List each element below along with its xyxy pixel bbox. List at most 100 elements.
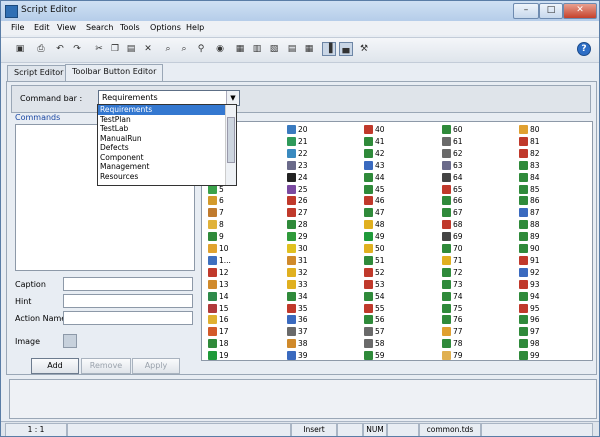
option-management[interactable]: Management (98, 162, 226, 172)
replace-icon[interactable]: ⚲ (194, 42, 208, 56)
layout-icon[interactable]: ▦ (302, 42, 316, 56)
icon-grid-item[interactable]: 39 (287, 350, 308, 360)
find-next-icon[interactable]: ⌕ (177, 42, 191, 56)
icon-grid-item[interactable]: 75 (442, 303, 463, 314)
icon-grid-item[interactable]: 99 (519, 350, 540, 360)
menu-file[interactable]: File (11, 23, 24, 32)
icon-grid-item[interactable]: 24 (287, 172, 308, 183)
tab-script-editor[interactable]: Script Editor (7, 65, 71, 81)
icon-grid-item[interactable]: 52 (364, 267, 385, 278)
icon-grid-item[interactable]: 96 (519, 314, 540, 325)
add-button[interactable]: Add (31, 358, 79, 374)
delete-icon[interactable]: ✕ (141, 42, 155, 56)
icon-grid-item[interactable]: 84 (519, 172, 540, 183)
icon-grid-item[interactable]: 40 (364, 124, 385, 135)
icon-grid-item[interactable]: 15 (208, 303, 229, 314)
option-defects[interactable]: Defects (98, 143, 226, 153)
icon-grid-item[interactable]: 8 (208, 219, 224, 230)
icon-grid-item[interactable]: 57 (364, 326, 385, 337)
icon-grid-item[interactable]: 7 (208, 207, 224, 218)
icon-grid-item[interactable]: 44 (364, 172, 385, 183)
icon-grid-item[interactable]: 78 (442, 338, 463, 349)
icon-grid-item[interactable]: 98 (519, 338, 540, 349)
cut-icon[interactable]: ✂ (92, 42, 106, 56)
icon-grid-item[interactable]: 35 (287, 303, 308, 314)
icon-grid-item[interactable]: 43 (364, 160, 385, 171)
icon-grid-item[interactable]: 59 (364, 350, 385, 360)
option-resources[interactable]: Resources (98, 172, 226, 182)
icon-grid-item[interactable]: 53 (364, 279, 385, 290)
icon-grid-item[interactable]: 64 (442, 172, 463, 183)
icon-grid-item[interactable]: 10 (208, 243, 229, 254)
icon-grid-item[interactable]: 50 (364, 243, 385, 254)
icon-grid-item[interactable]: 88 (519, 219, 540, 230)
icon-grid-item[interactable]: 33 (287, 279, 308, 290)
icon-grid-item[interactable]: 81 (519, 136, 540, 147)
icon-grid-item[interactable]: 54 (364, 291, 385, 302)
tab-toolbar-button-editor[interactable]: Toolbar Button Editor (65, 64, 164, 81)
toggle-panel-icon[interactable]: ▄ (339, 42, 353, 56)
menu-options[interactable]: Options (150, 23, 181, 32)
icon-grid-item[interactable]: 92 (519, 267, 540, 278)
icon-grid-item[interactable]: 38 (287, 338, 308, 349)
redo-icon[interactable]: ↷ (70, 42, 84, 56)
option-component[interactable]: Component (98, 153, 226, 163)
icon-grid-item[interactable]: 71 (442, 255, 463, 266)
caption-field[interactable] (63, 277, 193, 291)
icon-grid-item[interactable]: 13 (208, 279, 229, 290)
icon-grid-item[interactable]: 62 (442, 148, 463, 159)
icon-grid-item[interactable]: 85 (519, 184, 540, 195)
browser-icon[interactable]: ◉ (213, 42, 227, 56)
icon-grid-item[interactable]: 28 (287, 219, 308, 230)
icon-grid-item[interactable]: 89 (519, 231, 540, 242)
hint-field[interactable] (63, 294, 193, 308)
icon-grid-item[interactable]: 19 (208, 350, 229, 360)
image-preview[interactable] (63, 334, 77, 348)
icon-grid-item[interactable]: 68 (442, 219, 463, 230)
paste-icon[interactable]: ▤ (124, 42, 138, 56)
chevron-down-icon[interactable]: ▼ (226, 91, 239, 105)
icon-grid-item[interactable]: 29 (287, 231, 308, 242)
icon-grid-item[interactable]: 12 (208, 267, 229, 278)
icon-grid-item[interactable]: 31 (287, 255, 308, 266)
icon-grid-item[interactable]: 27 (287, 207, 308, 218)
menu-search[interactable]: Search (86, 23, 113, 32)
toggle-pane-icon[interactable]: ▐ (322, 42, 336, 56)
icon-grid-item[interactable]: 79 (442, 350, 463, 360)
icon-grid-item[interactable]: 86 (519, 195, 540, 206)
icon-grid-item[interactable]: 69 (442, 231, 463, 242)
option-manualrun[interactable]: ManualRun (98, 134, 226, 144)
icon-grid-item[interactable]: 21 (287, 136, 308, 147)
icon-grid-item[interactable]: 60 (442, 124, 463, 135)
copy-icon[interactable]: ❐ (108, 42, 122, 56)
new-list-icon[interactable]: ▤ (285, 42, 299, 56)
icon-grid-item[interactable]: 61 (442, 136, 463, 147)
icon-grid-item[interactable]: 77 (442, 326, 463, 337)
icon-grid-item[interactable]: 87 (519, 207, 540, 218)
dropdown-scroll-thumb[interactable] (227, 117, 235, 163)
close-button[interactable]: ✕ (563, 3, 597, 19)
icon-grid-item[interactable]: 56 (364, 314, 385, 325)
icon-grid-item[interactable]: 83 (519, 160, 540, 171)
menu-edit[interactable]: Edit (34, 23, 50, 32)
menu-view[interactable]: View (57, 23, 76, 32)
icon-grid-item[interactable]: 97 (519, 326, 540, 337)
icon-grid-item[interactable]: 25 (287, 184, 308, 195)
undo-icon[interactable]: ↶ (53, 42, 67, 56)
icon-grid-item[interactable]: 67 (442, 207, 463, 218)
icon-grid-item[interactable]: 91 (519, 255, 540, 266)
icon-grid-item[interactable]: 93 (519, 279, 540, 290)
icon-grid-item[interactable]: 23 (287, 160, 308, 171)
icon-grid-item[interactable]: 32 (287, 267, 308, 278)
icon-grid-item[interactable]: 45 (364, 184, 385, 195)
icon-grid-item[interactable]: 65 (442, 184, 463, 195)
option-testlab[interactable]: TestLab (98, 124, 226, 134)
icon-grid-item[interactable]: 20 (287, 124, 308, 135)
icon-grid-item[interactable]: 46 (364, 195, 385, 206)
icon-grid-item[interactable]: 26 (287, 195, 308, 206)
icon-grid-item[interactable]: 1... (208, 255, 231, 266)
icon-grid-item[interactable]: 17 (208, 326, 229, 337)
icon-grid-item[interactable]: 74 (442, 291, 463, 302)
icon-grid-item[interactable]: 30 (287, 243, 308, 254)
icon-grid-item[interactable]: 22 (287, 148, 308, 159)
